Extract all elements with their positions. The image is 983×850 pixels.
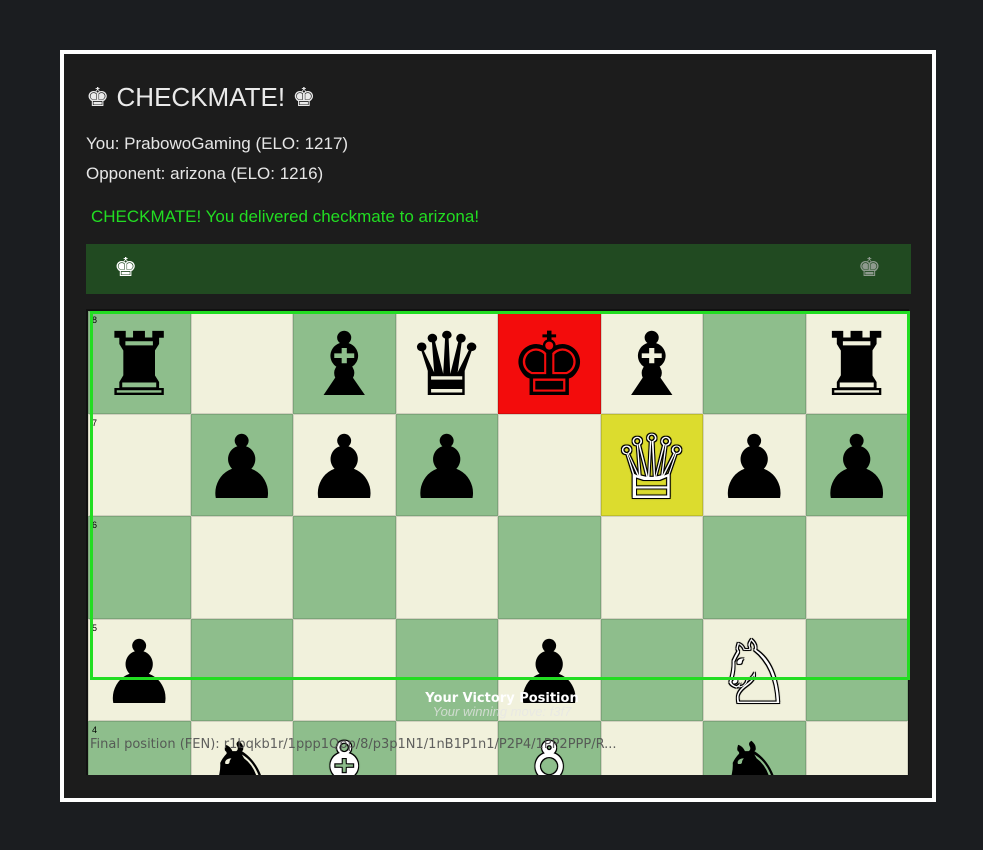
board-rank-7: 7 ♟ ♟ ♟ ♕ ♟ ♟ bbox=[88, 413, 908, 516]
dialog-title: ♚ CHECKMATE! ♚ bbox=[86, 82, 316, 112]
square-a8[interactable]: 8 ♜ bbox=[88, 311, 191, 414]
player-you-info: You: PrabowoGaming (ELO: 1217) bbox=[86, 134, 349, 153]
status-bar: ♚ ♚ bbox=[86, 244, 911, 294]
square-h7[interactable]: ♟ bbox=[805, 413, 908, 516]
rank-label: 4 bbox=[92, 725, 98, 735]
square-h6[interactable] bbox=[805, 516, 908, 619]
square-g8[interactable] bbox=[703, 311, 806, 414]
rank-label: 5 bbox=[92, 622, 98, 633]
square-g7[interactable]: ♟ bbox=[703, 413, 806, 516]
square-c8[interactable]: ♝ bbox=[293, 311, 396, 414]
black-queen-piece[interactable]: ♛ bbox=[407, 321, 486, 409]
square-h4[interactable] bbox=[805, 721, 908, 775]
board-rank-8: 8 ♜ ♝ ♛ ♚ ♝ ♜ bbox=[88, 311, 908, 414]
black-pawn-piece[interactable]: ♟ bbox=[202, 423, 281, 512]
black-bishop-piece[interactable]: ♝ bbox=[612, 321, 691, 409]
square-e7[interactable] bbox=[498, 413, 601, 516]
fen-text: Final position (FEN): r1bqkb1r/1ppp1Qpp/… bbox=[90, 737, 617, 752]
square-a6[interactable]: 6 bbox=[88, 516, 191, 619]
black-king-piece[interactable]: ♚ bbox=[510, 321, 589, 409]
square-b8[interactable] bbox=[190, 311, 293, 414]
checkmate-dialog: ♚ CHECKMATE! ♚ You: PrabowoGaming (ELO: … bbox=[60, 50, 936, 802]
black-pawn-piece[interactable]: ♟ bbox=[715, 423, 794, 512]
black-pawn-piece[interactable]: ♟ bbox=[305, 423, 384, 512]
square-h8[interactable]: ♜ bbox=[805, 311, 908, 414]
rank-label: 8 bbox=[92, 315, 98, 325]
black-bishop-piece[interactable]: ♝ bbox=[305, 321, 384, 409]
rank-label: 7 bbox=[92, 417, 98, 428]
square-d6[interactable] bbox=[395, 516, 498, 619]
white-king-icon: ♚ bbox=[114, 253, 138, 283]
black-pawn-piece[interactable]: ♟ bbox=[407, 423, 486, 512]
result-message: CHECKMATE! You delivered checkmate to ar… bbox=[91, 207, 480, 226]
square-f6[interactable] bbox=[600, 516, 703, 619]
winning-move-caption: Your winning move: f3f7 bbox=[432, 704, 572, 719]
square-d7[interactable]: ♟ bbox=[395, 413, 498, 516]
square-g4[interactable]: ♞ bbox=[703, 721, 806, 775]
rank-label: 6 bbox=[92, 520, 98, 530]
square-b7[interactable]: ♟ bbox=[190, 413, 293, 516]
black-pawn-piece[interactable]: ♟ bbox=[817, 423, 896, 512]
black-knight-piece[interactable]: ♞ bbox=[715, 731, 794, 775]
square-a7[interactable]: 7 bbox=[88, 413, 191, 516]
square-e8-checked-king[interactable]: ♚ bbox=[498, 311, 601, 414]
square-f7-last-move[interactable]: ♕ bbox=[600, 413, 703, 516]
square-c7[interactable]: ♟ bbox=[293, 413, 396, 516]
square-f8[interactable]: ♝ bbox=[600, 311, 703, 414]
white-queen-piece[interactable]: ♕ bbox=[612, 423, 691, 512]
square-e6[interactable] bbox=[498, 516, 601, 619]
black-king-icon: ♚ bbox=[857, 253, 881, 283]
player-opponent-info: Opponent: arizona (ELO: 1216) bbox=[86, 164, 324, 183]
square-g6[interactable] bbox=[703, 516, 806, 619]
square-d8[interactable]: ♛ bbox=[395, 311, 498, 414]
square-b6[interactable] bbox=[190, 516, 293, 619]
black-rook-piece[interactable]: ♜ bbox=[817, 321, 896, 409]
board-rank-6: 6 bbox=[88, 516, 908, 619]
black-rook-piece[interactable]: ♜ bbox=[100, 321, 179, 409]
square-c6[interactable] bbox=[293, 516, 396, 619]
